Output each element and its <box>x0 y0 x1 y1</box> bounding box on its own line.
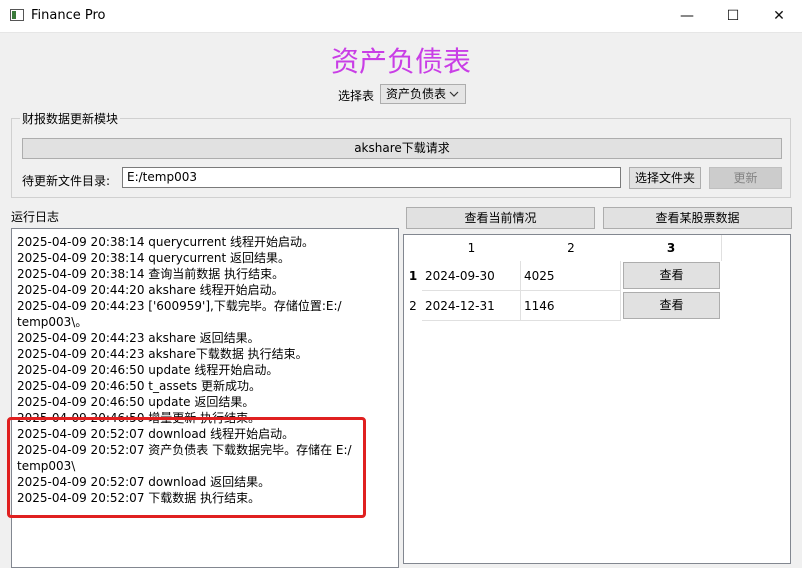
title-bar: Finance Pro — ☐ ✕ <box>0 0 802 33</box>
log-line: 2025-04-09 20:46:50 update 线程开始启动。 <box>17 363 279 377</box>
log-line: 2025-04-09 20:38:14 查询当前数据 执行结束。 <box>17 267 285 281</box>
cell-value[interactable]: 4025 <box>521 261 621 291</box>
maximize-button[interactable]: ☐ <box>710 0 756 32</box>
log-line: 2025-04-09 20:46:50 update 返回结果。 <box>17 395 255 409</box>
update-module-title: 财报数据更新模块 <box>20 110 121 127</box>
column-header-2[interactable]: 2 <box>521 235 622 261</box>
path-label: 待更新文件目录: <box>22 174 111 188</box>
view-current-button[interactable]: 查看当前情况 <box>406 207 595 229</box>
view-stock-button[interactable]: 查看某股票数据 <box>603 207 792 229</box>
column-header-3[interactable]: 3 <box>621 235 722 261</box>
select-table-label: 选择表 <box>338 89 375 103</box>
view-row-button[interactable]: 查看 <box>623 292 720 319</box>
log-line: 2025-04-09 20:38:14 querycurrent 返回结果。 <box>17 251 291 265</box>
table-select[interactable]: 资产负债表 <box>380 84 466 104</box>
window-title: Finance Pro <box>31 8 106 23</box>
close-button[interactable]: ✕ <box>756 0 802 32</box>
log-line: 2025-04-09 20:44:23 akshare 返回结果。 <box>17 331 260 345</box>
highlight-box <box>7 417 366 518</box>
cell-date[interactable]: 2024-09-30 <box>422 261 521 291</box>
app-icon <box>10 9 24 21</box>
choose-folder-button[interactable]: 选择文件夹 <box>629 167 701 189</box>
view-row-button[interactable]: 查看 <box>623 262 720 289</box>
log-line: temp003\。 <box>17 315 88 329</box>
page-title: 资产负债表 <box>330 45 471 78</box>
cell-value[interactable]: 1146 <box>521 291 621 321</box>
path-input[interactable]: E:/temp003 <box>122 167 621 188</box>
log-line: 2025-04-09 20:46:50 t_assets 更新成功。 <box>17 379 261 393</box>
log-line: 2025-04-09 20:44:23 ['600959'],下载完毕。存储位置… <box>17 299 342 313</box>
row-header-1[interactable]: 1 <box>404 261 422 291</box>
update-button[interactable]: 更新 <box>709 167 782 189</box>
row-header-2[interactable]: 2 <box>404 291 422 321</box>
log-line: 2025-04-09 20:44:20 akshare 线程开始启动。 <box>17 283 284 297</box>
log-line: 2025-04-09 20:44:23 akshare下载数据 执行结束。 <box>17 347 308 361</box>
log-label: 运行日志 <box>11 210 60 224</box>
table-corner <box>404 235 422 261</box>
table-select-value: 资产负债表 <box>386 87 447 101</box>
log-line: 2025-04-09 20:38:14 querycurrent 线程开始启动。 <box>17 235 315 249</box>
cell-date[interactable]: 2024-12-31 <box>422 291 521 321</box>
chevron-down-icon <box>449 85 459 110</box>
akshare-download-button[interactable]: akshare下载请求 <box>22 138 782 159</box>
minimize-button[interactable]: — <box>664 0 710 32</box>
column-header-1[interactable]: 1 <box>422 235 522 261</box>
